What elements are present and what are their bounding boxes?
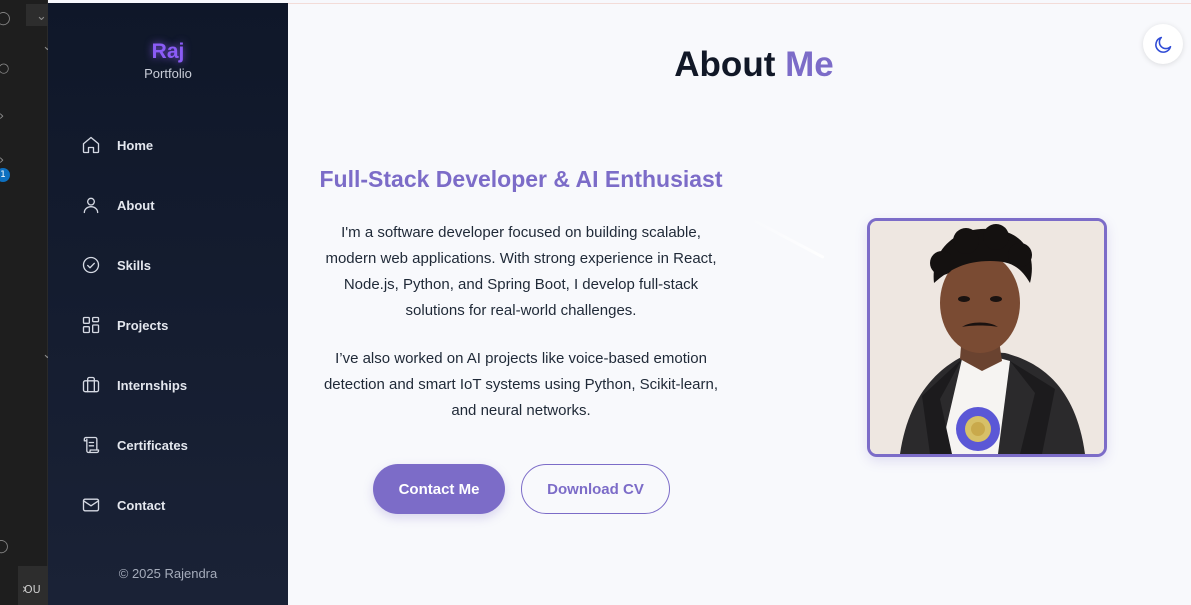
- sidebar-item-home[interactable]: Home: [48, 115, 288, 175]
- theme-toggle-button[interactable]: [1143, 24, 1183, 64]
- user-icon: [83, 197, 99, 214]
- sidebar-item-label: Contact: [117, 497, 166, 513]
- sidebar-item-label: Home: [117, 137, 154, 153]
- download-cv-button[interactable]: Download CV: [521, 464, 670, 514]
- home-icon: [82, 136, 100, 154]
- page-title-prefix: About: [674, 45, 776, 84]
- chevron-right-icon[interactable]: ›: [0, 154, 4, 167]
- about-paragraph: I’ve also worked on AI projects like voi…: [323, 350, 719, 419]
- decorative-streak: [747, 215, 825, 260]
- sidebar-item-projects[interactable]: Projects: [48, 295, 288, 355]
- page-title-accent: Me: [785, 45, 834, 84]
- page-title: About Me: [288, 45, 1191, 85]
- layout-grid-icon: [82, 316, 100, 334]
- sidebar-nav: Home About Skills Projects Internships C…: [48, 115, 288, 535]
- search-icon[interactable]: ○: [0, 62, 9, 75]
- copyright-text: © 2025 Rajendra: [118, 566, 218, 581]
- about-paragraph: I'm a software developer focused on buil…: [325, 224, 717, 319]
- about-section: About Me Full-Stack Developer & AI Enthu…: [288, 3, 1191, 605]
- sidebar-item-label: Certificates: [117, 437, 188, 453]
- sidebar-item-label: Projects: [117, 317, 169, 333]
- contact-me-button[interactable]: Contact Me: [373, 464, 505, 514]
- profile-photo: [867, 218, 1107, 457]
- sidebar-item-skills[interactable]: Skills: [48, 235, 288, 295]
- sidebar: Raj Portfolio Home About Skills Projects…: [48, 3, 288, 605]
- mail-icon: [82, 498, 100, 512]
- briefcase-icon: [82, 376, 100, 393]
- editor-activity-strip: ⌄ ◯ ⌄ ○ › › 1 ⌄ ◯ OU ›: [0, 0, 53, 605]
- brand-subtitle: Portfolio: [144, 66, 192, 81]
- about-subtitle: Full-Stack Developer & AI Enthusiast: [319, 166, 723, 192]
- brand-name: Raj: [151, 40, 185, 63]
- sidebar-item-contact[interactable]: Contact: [48, 475, 288, 535]
- sidebar-item-internships[interactable]: Internships: [48, 355, 288, 415]
- chevron-right-icon[interactable]: ›: [22, 583, 27, 596]
- check-circle-icon: [82, 256, 100, 274]
- moon-icon: [1154, 36, 1171, 53]
- chevron-right-icon[interactable]: ›: [0, 110, 4, 123]
- profile-photo-image: [870, 221, 1104, 454]
- account-icon[interactable]: ◯: [0, 540, 9, 553]
- scroll-icon: [83, 436, 100, 454]
- sidebar-item-label: Skills: [117, 257, 151, 273]
- circle-icon[interactable]: ◯: [0, 12, 11, 25]
- sidebar-item-label: Internships: [117, 377, 188, 393]
- chevron-down-icon[interactable]: ⌄: [36, 10, 47, 23]
- notification-badge: 1: [0, 168, 10, 182]
- sidebar-item-label: About: [117, 197, 155, 213]
- brand[interactable]: Raj Portfolio: [48, 40, 288, 81]
- sidebar-item-certificates[interactable]: Certificates: [48, 415, 288, 475]
- sidebar-item-about[interactable]: About: [48, 175, 288, 235]
